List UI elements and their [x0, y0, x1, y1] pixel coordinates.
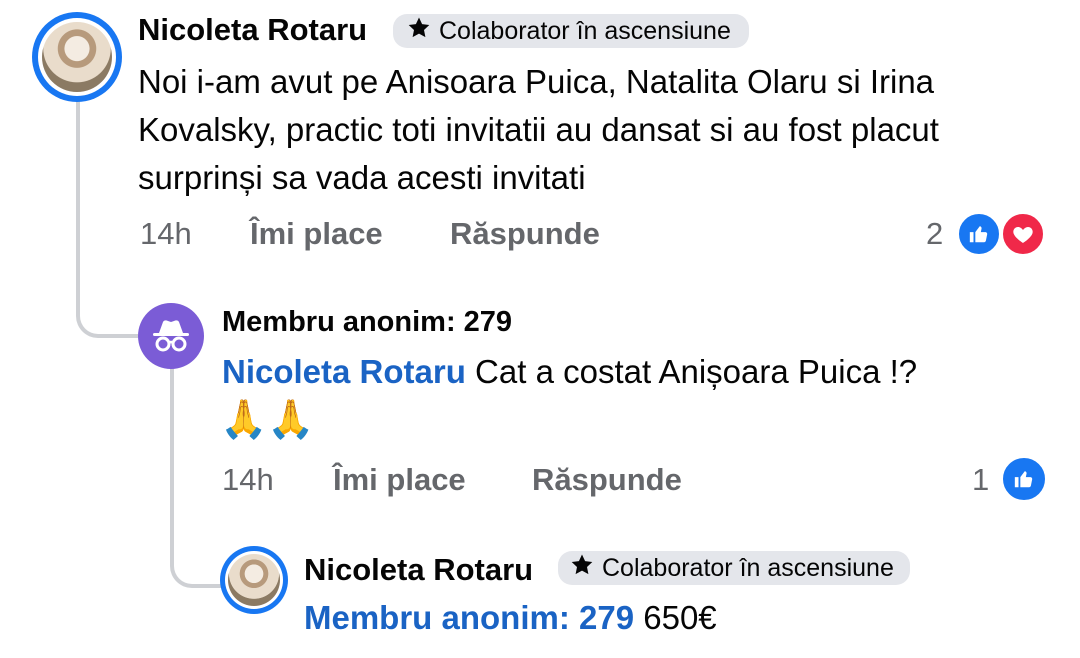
comment-author[interactable]: Membru anonim: 279	[222, 306, 512, 339]
like-button[interactable]: Îmi place	[333, 462, 466, 498]
mention-link[interactable]: Membru anonim: 279	[304, 599, 634, 636]
comment-text-content: 650€	[634, 599, 717, 636]
like-icon[interactable]	[1000, 455, 1048, 503]
comment-text: Noi i-am avut pe Anisoara Puica, Natalit…	[138, 63, 939, 196]
comment-timestamp[interactable]: 14h	[222, 462, 274, 498]
avatar[interactable]	[32, 12, 122, 102]
comment-text: Membru anonim: 279 650€	[304, 598, 717, 638]
thread-line-main	[76, 96, 80, 296]
anonymous-avatar[interactable]	[138, 303, 204, 369]
like-icon[interactable]	[956, 211, 1002, 257]
status-badge: Colaborator în ascensiune	[558, 551, 910, 585]
reaction-count[interactable]: 2	[926, 216, 943, 252]
reply-button[interactable]: Răspunde	[532, 462, 682, 498]
mention-link[interactable]: Nicoleta Rotaru	[222, 353, 466, 390]
emoji-text: 🙏🙏	[220, 397, 315, 441]
comment-author[interactable]: Nicoleta Rotaru	[138, 12, 367, 48]
reaction-count[interactable]: 1	[972, 462, 989, 498]
reply-button[interactable]: Răspunde	[450, 216, 600, 252]
like-button[interactable]: Îmi place	[250, 216, 383, 252]
comment-author[interactable]: Nicoleta Rotaru	[304, 552, 533, 588]
love-icon[interactable]	[1000, 211, 1046, 257]
status-badge: Colaborator în ascensiune	[393, 14, 749, 48]
avatar[interactable]	[220, 546, 288, 614]
thread-connector-reply-1	[76, 290, 138, 338]
comment-timestamp[interactable]: 14h	[140, 216, 192, 252]
badge-label: Colaborator în ascensiune	[439, 16, 731, 45]
comment-text-content: Cat a costat Anișoara Puica !?	[465, 353, 918, 390]
comment-text: Nicoleta Rotaru Cat a costat Anișoara Pu…	[222, 352, 1042, 392]
badge-label: Colaborator în ascensiune	[602, 553, 894, 582]
thread-line-reply	[170, 368, 174, 560]
incognito-icon	[153, 320, 189, 352]
thread-connector-reply-2	[170, 548, 224, 588]
star-icon	[407, 16, 431, 47]
star-icon	[570, 553, 594, 584]
